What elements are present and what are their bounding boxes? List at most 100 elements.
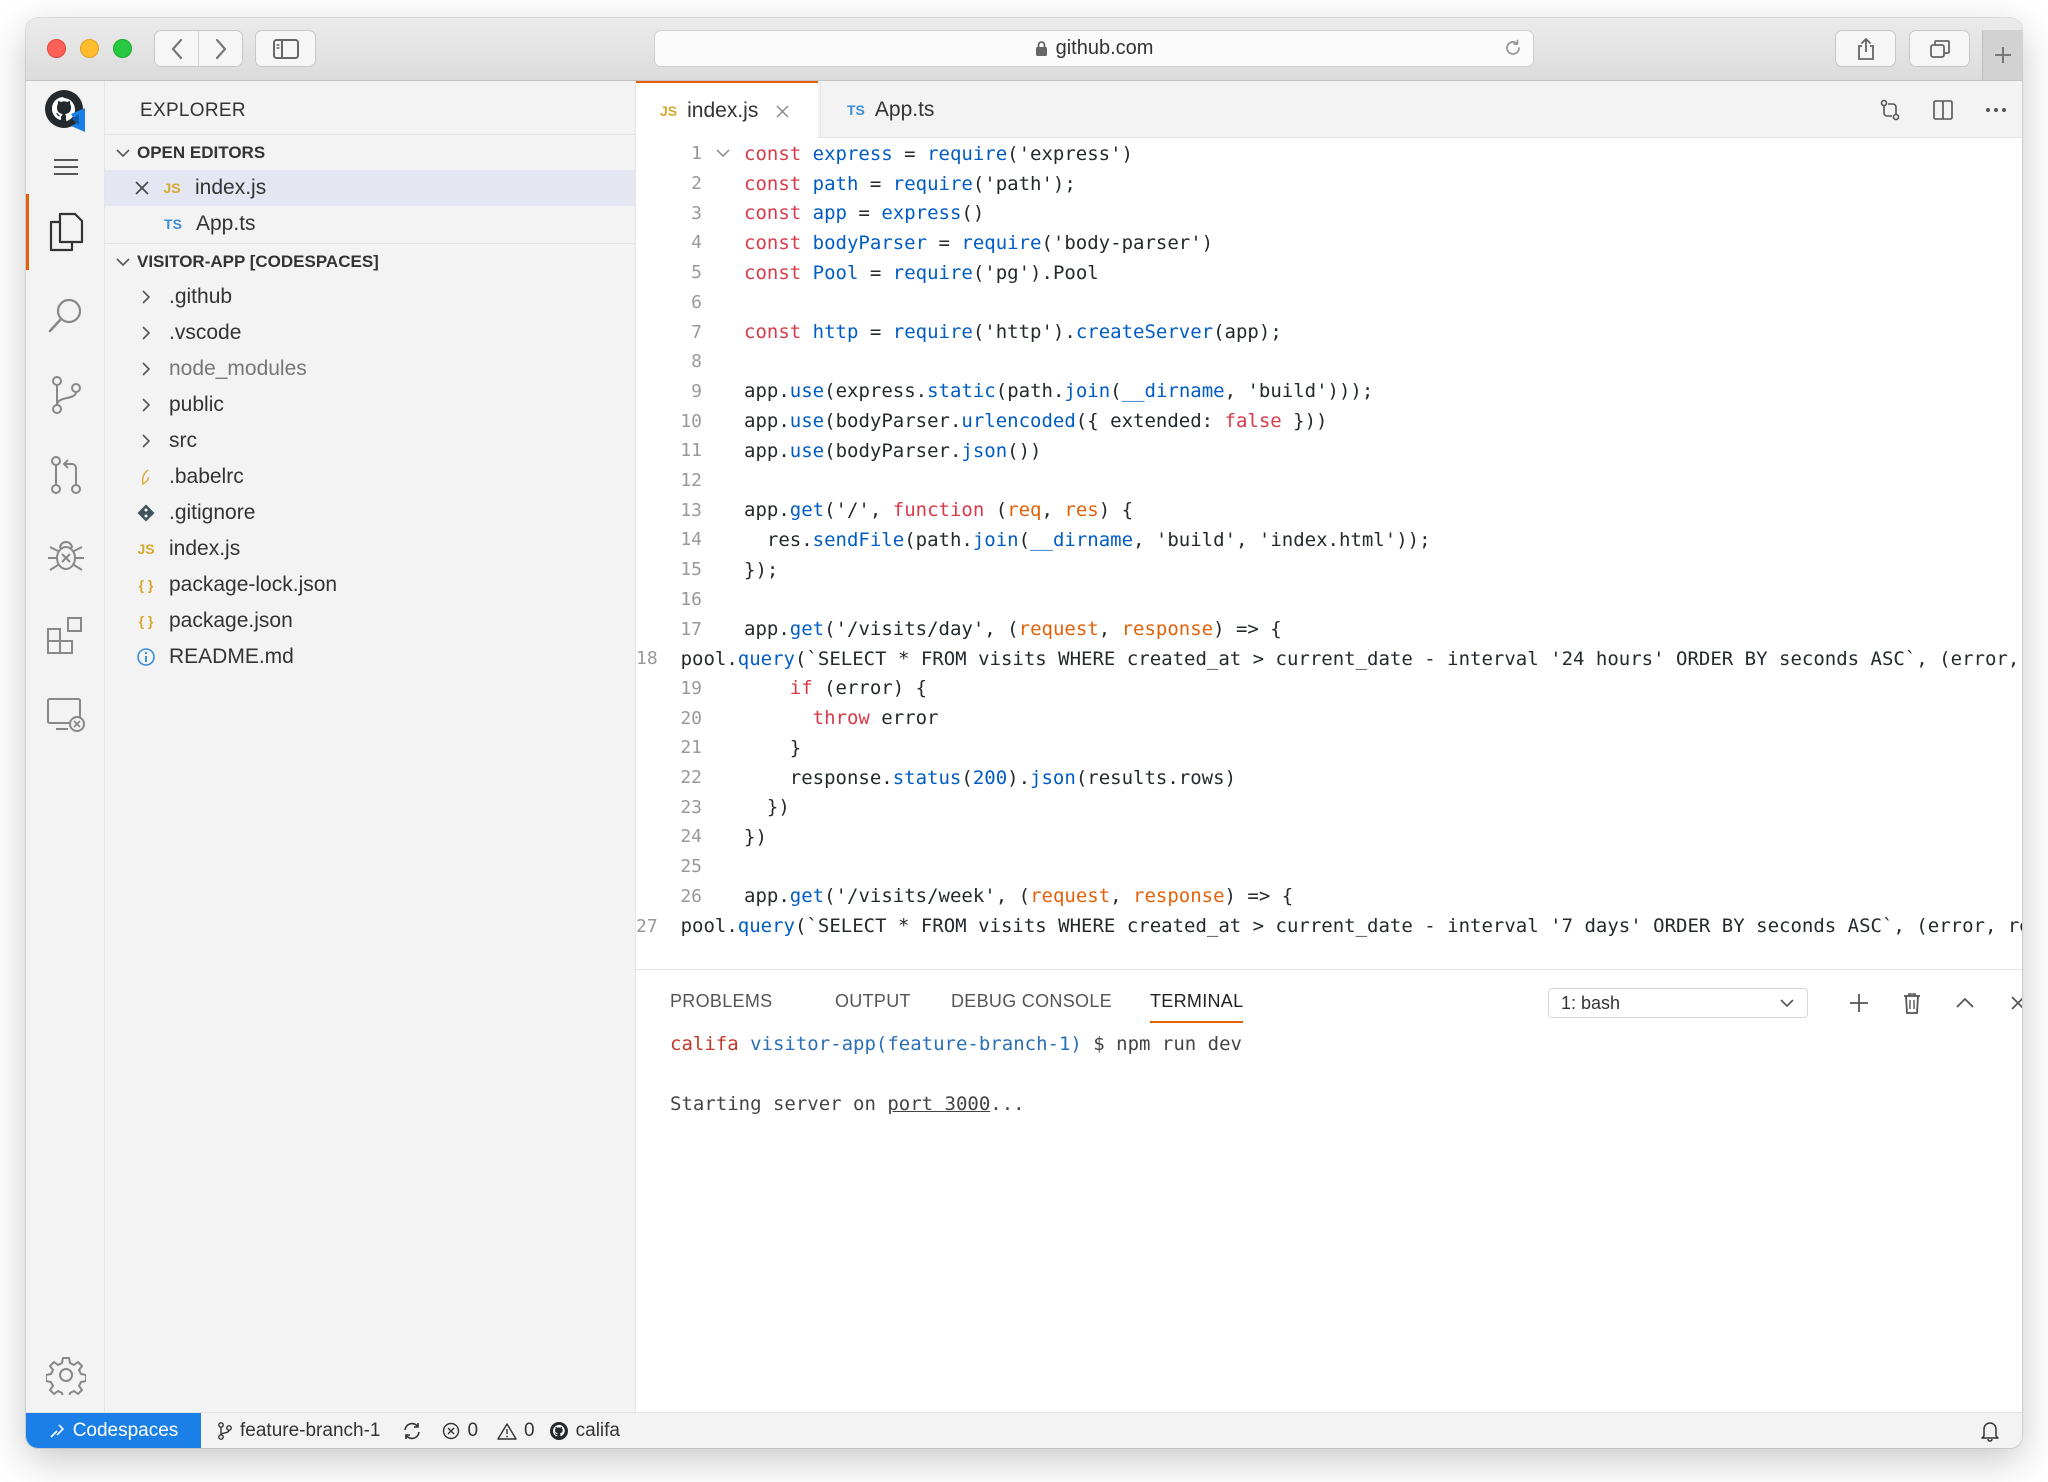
file-item[interactable]: { } package.json [105, 603, 635, 639]
tab-debug-console[interactable]: DEBUG CONSOLE [951, 970, 1112, 1033]
code-line[interactable]: 25 [636, 852, 2022, 882]
code-line[interactable]: 23 }) [636, 792, 2022, 822]
code-line[interactable]: 7 const http = require('http').createServ… [636, 317, 2022, 347]
code-text: app.use(bodyParser.json()) [744, 439, 1042, 462]
back-button[interactable] [155, 31, 199, 66]
code-line[interactable]: 27 pool.query(`SELECT * FROM visits WHER… [636, 911, 2022, 941]
terminal-selector[interactable]: 1: bash [1548, 988, 1808, 1018]
code-line[interactable]: 14 res.sendFile(path.join(__dirname, 'bu… [636, 525, 2022, 555]
folder-item[interactable]: src [105, 423, 635, 459]
workspace-title: VISITOR-APP [CODESPACES] [137, 251, 379, 271]
open-editor-item[interactable]: JS index.js [105, 170, 635, 206]
line-number: 7 [691, 321, 702, 343]
line-number: 27 [636, 915, 658, 937]
menu-button[interactable] [26, 137, 105, 197]
file-item[interactable]: { } package-lock.json [105, 567, 635, 603]
output-suffix: ... [990, 1093, 1025, 1115]
file-item[interactable]: README.md [105, 639, 635, 675]
close-window-button[interactable] [47, 39, 66, 58]
port-link[interactable]: port 3000 [887, 1093, 990, 1115]
remote-indicator[interactable]: Codespaces [26, 1413, 201, 1448]
code-text: const http = require('http').createServe… [744, 321, 1282, 344]
forward-button[interactable] [199, 31, 242, 66]
line-number: 5 [691, 262, 702, 284]
code-line[interactable]: 12 [636, 466, 2022, 496]
code-line[interactable]: 2 const path = require('path'); [636, 169, 2022, 199]
run-debug-button[interactable] [26, 518, 105, 592]
javascript-file-icon: JS [137, 541, 155, 557]
ellipsis-icon [1985, 107, 2006, 112]
workspace-header[interactable]: VISITOR-APP [CODESPACES] [105, 243, 635, 279]
code-line[interactable]: 15}); [636, 555, 2022, 585]
code-line[interactable]: 3 const app = express() [636, 198, 2022, 228]
code-line[interactable]: 18 pool.query(`SELECT * FROM visits WHER… [636, 644, 2022, 674]
share-button[interactable] [1835, 30, 1896, 67]
github-account-indicator[interactable]: califa [549, 1420, 620, 1442]
explorer-view-button[interactable] [26, 194, 105, 270]
code-line[interactable]: 11 app.use(bodyParser.json()) [636, 436, 2022, 466]
address-bar[interactable]: github.com [654, 30, 1534, 67]
new-tab-button[interactable] [1982, 30, 2022, 80]
problems-indicator[interactable]: 0 0 [442, 1420, 535, 1442]
code-line[interactable]: 13 app.get('/', function (req, res) { [636, 495, 2022, 525]
search-view-button[interactable] [26, 278, 105, 352]
show-sidebar-button[interactable] [255, 30, 316, 67]
tab-output[interactable]: OUTPUT [835, 970, 911, 1033]
code-line[interactable]: 24}) [636, 822, 2022, 852]
code-line[interactable]: 20 throw error [636, 703, 2022, 733]
notifications-button[interactable] [1980, 1420, 2000, 1448]
code-line[interactable]: 1 const express = require('express') [636, 139, 2022, 169]
folder-item[interactable]: node_modules [105, 351, 635, 387]
maximize-panel-button[interactable] [1938, 986, 1991, 1020]
branch-indicator[interactable]: feature-branch-1 [217, 1420, 380, 1442]
code-line[interactable]: 9 app.use(express.static(path.join(__dirn… [636, 377, 2022, 407]
code-text: } [744, 736, 802, 759]
code-line[interactable]: 8 [636, 347, 2022, 377]
code-line[interactable]: 10 app.use(bodyParser.urlencoded({ extend… [636, 406, 2022, 436]
reload-icon[interactable] [1503, 38, 1523, 58]
folder-item[interactable]: .github [105, 279, 635, 315]
tab-problems[interactable]: PROBLEMS [670, 970, 772, 1033]
code-line[interactable]: 17 app.get('/visits/day', (request, respo… [636, 614, 2022, 644]
code-editor[interactable]: 1 const express = require('express') 2 cons… [636, 139, 2022, 1030]
tab-terminal[interactable]: TERMINAL [1150, 970, 1244, 1033]
github-vscode-logo[interactable] [26, 81, 105, 141]
code-line[interactable]: 16 [636, 585, 2022, 615]
close-icon[interactable] [135, 181, 149, 195]
tab-index-js[interactable]: JS index.js [636, 81, 818, 139]
code-line[interactable]: 21 } [636, 733, 2022, 763]
code-line[interactable]: 5 const Pool = require('pg').Pool [636, 258, 2022, 288]
manage-settings-button[interactable] [26, 1342, 105, 1408]
open-editor-item[interactable]: TS App.ts [105, 206, 635, 242]
code-line[interactable]: 6 [636, 288, 2022, 318]
folder-item[interactable]: public [105, 387, 635, 423]
file-item[interactable]: JS index.js [105, 531, 635, 567]
open-changes-button[interactable] [1863, 98, 1916, 122]
new-terminal-button[interactable] [1832, 986, 1885, 1020]
open-editors-title: OPEN EDITORS [137, 142, 266, 162]
open-editors-header[interactable]: OPEN EDITORS [105, 134, 635, 170]
code-line[interactable]: 19 if (error) { [636, 674, 2022, 704]
close-icon[interactable] [776, 105, 789, 118]
file-item[interactable]: .gitignore [105, 495, 635, 531]
kill-terminal-button[interactable] [1885, 986, 1938, 1020]
tab-app-ts[interactable]: TS App.ts [820, 81, 980, 138]
file-item[interactable]: .babelrc [105, 459, 635, 495]
extensions-button[interactable] [26, 598, 105, 672]
minimize-window-button[interactable] [80, 39, 99, 58]
pull-requests-button[interactable] [26, 438, 105, 512]
folder-item[interactable]: .vscode [105, 315, 635, 351]
close-panel-button[interactable] [1991, 986, 2022, 1020]
code-line[interactable]: 22 response.status(200).json(results.row… [636, 763, 2022, 793]
sync-button[interactable] [402, 1421, 422, 1441]
source-control-button[interactable] [26, 358, 105, 432]
remote-explorer-button[interactable] [26, 678, 105, 752]
tab-overview-button[interactable] [1909, 30, 1970, 67]
more-actions-button[interactable] [1969, 107, 2022, 113]
code-line[interactable]: 26 app.get('/visits/week', (request, resp… [636, 882, 2022, 912]
fold-chevron-icon[interactable] [702, 149, 744, 158]
code-line[interactable]: 4 const bodyParser = require('body-parser… [636, 228, 2022, 258]
zoom-window-button[interactable] [113, 39, 132, 58]
tab-label: index.js [687, 99, 759, 122]
split-editor-button[interactable] [1916, 99, 1969, 121]
